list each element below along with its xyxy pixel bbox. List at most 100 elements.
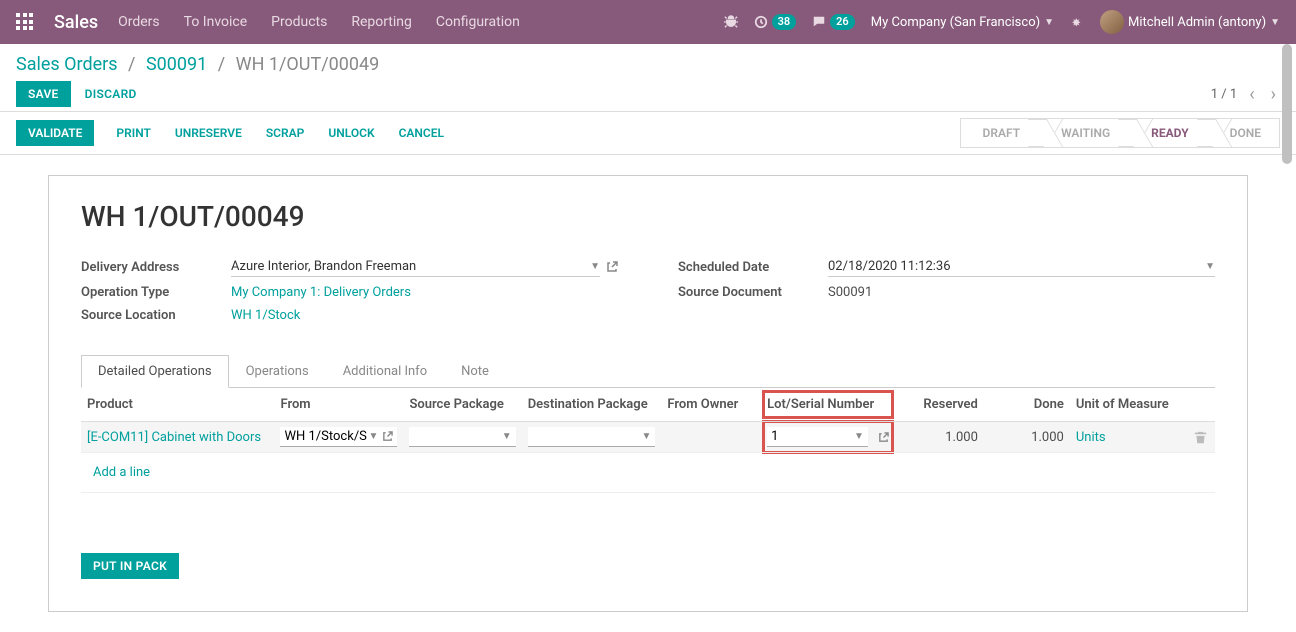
operation-type-label: Operation Type xyxy=(81,285,231,300)
lot-serial-highlight: Lot/Serial Number xyxy=(762,390,894,419)
activities-button[interactable]: 38 xyxy=(754,14,797,30)
breadcrumb-order[interactable]: S00091 xyxy=(146,54,207,75)
print-button[interactable]: PRINT xyxy=(104,120,162,146)
status-draft[interactable]: DRAFT xyxy=(960,118,1039,148)
source-document-value: S00091 xyxy=(828,285,1215,300)
col-lot-serial[interactable]: Lot/Serial Number xyxy=(758,388,898,422)
cell-destination-package-field[interactable]: ▼ xyxy=(528,427,656,447)
validate-button[interactable]: VALIDATE xyxy=(16,120,94,146)
unreserve-button[interactable]: UNRESERVE xyxy=(163,120,254,146)
nav-menu-to-invoice[interactable]: To Invoice xyxy=(184,14,248,30)
nav-menu-orders[interactable]: Orders xyxy=(118,14,160,30)
chevron-down-icon: ▼ xyxy=(590,261,600,272)
source-document-label: Source Document xyxy=(678,285,828,300)
discard-button[interactable]: DISCARD xyxy=(85,87,137,101)
col-product[interactable]: Product xyxy=(81,388,274,422)
chevron-down-icon: ▼ xyxy=(1044,17,1054,28)
cancel-button[interactable]: CANCEL xyxy=(387,120,456,146)
col-reserved[interactable]: Reserved xyxy=(898,388,984,422)
save-button[interactable]: SAVE xyxy=(16,81,71,107)
operation-type-value[interactable]: My Company 1: Delivery Orders xyxy=(231,285,618,300)
chevron-down-icon: ▼ xyxy=(1205,261,1215,272)
cell-reserved: 1.000 xyxy=(898,422,984,453)
chevron-down-icon: ▼ xyxy=(1270,17,1280,28)
pager: 1 / 1 ‹ › xyxy=(1211,84,1280,105)
nav-menu-configuration[interactable]: Configuration xyxy=(436,14,520,30)
pager-next[interactable]: › xyxy=(1267,84,1280,105)
tabs: Detailed Operations Operations Additiona… xyxy=(81,355,1215,388)
app-brand[interactable]: Sales xyxy=(54,12,98,33)
bug-icon[interactable] xyxy=(724,15,738,29)
action-bar: VALIDATE PRINT UNRESERVE SCRAP UNLOCK CA… xyxy=(0,111,1296,155)
tab-note[interactable]: Note xyxy=(444,355,506,387)
operations-table: Product From Source Package Destination … xyxy=(81,388,1215,493)
scheduled-date-field[interactable]: ▼ xyxy=(828,257,1215,277)
col-destination-package[interactable]: Destination Package xyxy=(522,388,662,422)
nav-left: Sales Orders To Invoice Products Reporti… xyxy=(16,12,520,33)
nav-menu-products[interactable]: Products xyxy=(271,14,327,30)
cell-source-package-input[interactable] xyxy=(413,429,501,444)
nav-menu: Orders To Invoice Products Reporting Con… xyxy=(118,14,520,30)
nav-right: 38 26 My Company (San Francisco) ▼ Mitch… xyxy=(724,10,1280,34)
top-navbar: Sales Orders To Invoice Products Reporti… xyxy=(0,0,1296,44)
messages-button[interactable]: 26 xyxy=(812,14,855,30)
delete-row-icon[interactable] xyxy=(1188,422,1215,453)
company-selector[interactable]: My Company (San Francisco) ▼ xyxy=(871,15,1054,30)
scrap-button[interactable]: SCRAP xyxy=(254,120,317,146)
external-link-icon[interactable] xyxy=(606,261,618,273)
external-link-icon[interactable] xyxy=(382,431,393,442)
source-location-value[interactable]: WH 1/Stock xyxy=(231,308,618,323)
chevron-down-icon: ▼ xyxy=(502,431,512,442)
user-menu[interactable]: Mitchell Admin (antony) ▼ xyxy=(1100,10,1280,34)
add-line-link[interactable]: Add a line xyxy=(87,457,156,488)
external-link-icon[interactable] xyxy=(878,432,889,443)
cell-lot-serial-field[interactable]: ▼ xyxy=(767,427,868,447)
cell-uom[interactable]: Units xyxy=(1076,430,1106,445)
debug-tools-icon[interactable] xyxy=(1070,15,1084,29)
pager-prev[interactable]: ‹ xyxy=(1245,84,1258,105)
status-bar: DRAFT WAITING READY DONE xyxy=(960,118,1280,148)
cell-done[interactable]: 1.000 xyxy=(984,422,1070,453)
cell-lot-serial-input[interactable] xyxy=(771,429,854,444)
col-from[interactable]: From xyxy=(274,388,403,422)
delivery-address-field[interactable]: ▼ xyxy=(231,257,600,277)
tab-additional-info[interactable]: Additional Info xyxy=(326,355,444,387)
col-from-owner[interactable]: From Owner xyxy=(661,388,758,422)
cell-source-package-field[interactable]: ▼ xyxy=(409,427,515,447)
scheduled-date-label: Scheduled Date xyxy=(678,260,828,275)
company-name: My Company (San Francisco) xyxy=(871,15,1040,30)
unlock-button[interactable]: UNLOCK xyxy=(316,120,386,146)
messages-badge: 26 xyxy=(830,14,855,30)
col-uom[interactable]: Unit of Measure xyxy=(1070,388,1188,422)
tab-operations[interactable]: Operations xyxy=(229,355,326,387)
cell-destination-package-input[interactable] xyxy=(532,429,642,444)
control-bar: Sales Orders / S00091 / WH 1/OUT/00049 S… xyxy=(0,44,1296,111)
chevron-down-icon: ▼ xyxy=(369,431,379,442)
pager-text: 1 / 1 xyxy=(1211,87,1237,102)
cell-from-input[interactable] xyxy=(284,429,368,444)
col-source-package[interactable]: Source Package xyxy=(403,388,521,422)
cell-from-field[interactable]: ▼ xyxy=(280,427,397,447)
col-done[interactable]: Done xyxy=(984,388,1070,422)
table-row[interactable]: [E-COM11] Cabinet with Doors ▼ xyxy=(81,422,1215,453)
breadcrumb: Sales Orders / S00091 / WH 1/OUT/00049 xyxy=(16,54,1280,75)
breadcrumb-sales-orders[interactable]: Sales Orders xyxy=(16,54,118,75)
chevron-down-icon: ▼ xyxy=(642,431,652,442)
form-sheet: WH 1/OUT/00049 Delivery Address ▼ Operat… xyxy=(48,175,1248,612)
cell-product[interactable]: [E-COM11] Cabinet with Doors xyxy=(87,430,261,445)
source-location-label: Source Location xyxy=(81,308,231,323)
cell-from-owner[interactable] xyxy=(661,422,758,453)
put-in-pack-button[interactable]: PUT IN PACK xyxy=(81,553,179,579)
user-name: Mitchell Admin (antony) xyxy=(1128,15,1266,30)
nav-menu-reporting[interactable]: Reporting xyxy=(351,14,412,30)
user-avatar xyxy=(1100,10,1124,34)
apps-icon[interactable] xyxy=(16,13,34,31)
scroll-thumb[interactable] xyxy=(1282,44,1292,164)
chevron-down-icon: ▼ xyxy=(854,431,864,442)
activities-badge: 38 xyxy=(772,14,797,30)
tab-detailed-operations[interactable]: Detailed Operations xyxy=(81,355,229,388)
scrollbar[interactable] xyxy=(1282,44,1294,590)
delivery-address-input[interactable] xyxy=(231,259,590,274)
scheduled-date-input[interactable] xyxy=(828,259,1205,274)
delivery-address-label: Delivery Address xyxy=(81,260,231,275)
